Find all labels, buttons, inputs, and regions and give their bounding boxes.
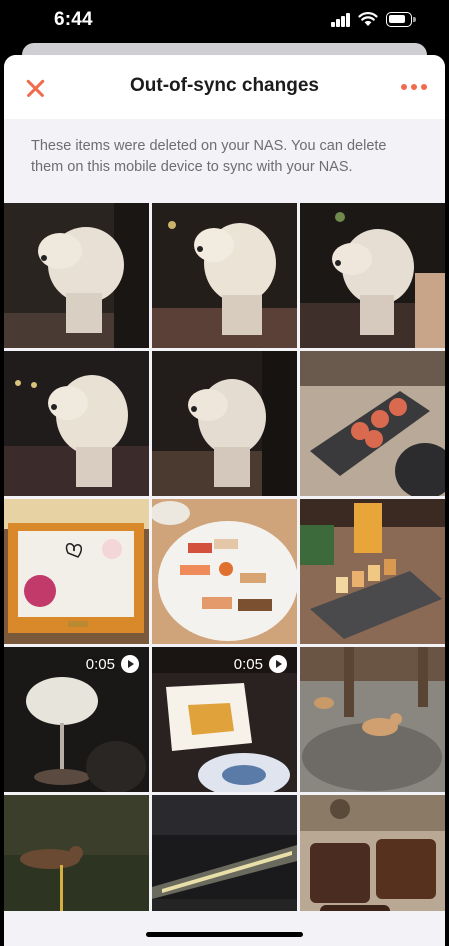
shiba-dogs-photo	[300, 647, 445, 792]
duration-label: 0:05	[233, 655, 263, 673]
dessert-board-photo	[300, 499, 445, 644]
dog-photo	[152, 203, 297, 348]
sheet-header: Out-of-sync changes	[4, 55, 445, 119]
bread-photo	[300, 795, 445, 911]
bottom-bar	[4, 911, 445, 946]
dog-photo	[152, 351, 297, 496]
photo-item[interactable]	[300, 351, 445, 496]
gift-box-photo	[4, 499, 149, 644]
video-item[interactable]: 0:05	[152, 647, 297, 792]
photo-item[interactable]	[300, 499, 445, 644]
video-duration: 0:05	[86, 655, 139, 673]
play-icon	[269, 655, 287, 673]
page-title: Out-of-sync changes	[130, 75, 319, 96]
out-of-sync-sheet: Out-of-sync changes These items were del…	[4, 55, 445, 946]
river-night-photo	[152, 795, 297, 911]
dog-photo	[300, 203, 445, 348]
cellular-signal-icon	[331, 13, 351, 27]
dog-photo	[4, 351, 149, 496]
sushi-plate-photo	[152, 499, 297, 644]
photo-item[interactable]	[4, 499, 149, 644]
photo-item[interactable]	[4, 351, 149, 496]
sync-description: These items were deleted on your NAS. Yo…	[31, 138, 387, 175]
video-duration: 0:05	[234, 655, 287, 673]
sushi-platter-photo	[300, 351, 445, 496]
status-time: 6:44	[54, 9, 93, 30]
dog-photo	[4, 203, 149, 348]
photo-item[interactable]	[152, 203, 297, 348]
play-icon	[121, 655, 139, 673]
status-bar: 6:44	[0, 0, 449, 42]
duration-label: 0:05	[85, 655, 115, 673]
video-item[interactable]: 0:05	[4, 647, 149, 792]
photo-item[interactable]	[300, 647, 445, 792]
home-indicator[interactable]	[146, 932, 303, 937]
wifi-icon	[358, 12, 378, 26]
battery-icon	[386, 12, 416, 28]
photo-item[interactable]	[4, 203, 149, 348]
photo-item[interactable]	[4, 795, 149, 911]
more-dots-icon[interactable]	[399, 73, 431, 101]
photo-item[interactable]	[152, 795, 297, 911]
photo-item[interactable]	[152, 499, 297, 644]
dog-walk-photo	[4, 795, 149, 911]
photo-grid: 0:05 0:05	[4, 203, 445, 911]
photo-item[interactable]	[300, 203, 445, 348]
photo-item[interactable]	[300, 795, 445, 911]
photo-item[interactable]	[152, 351, 297, 496]
